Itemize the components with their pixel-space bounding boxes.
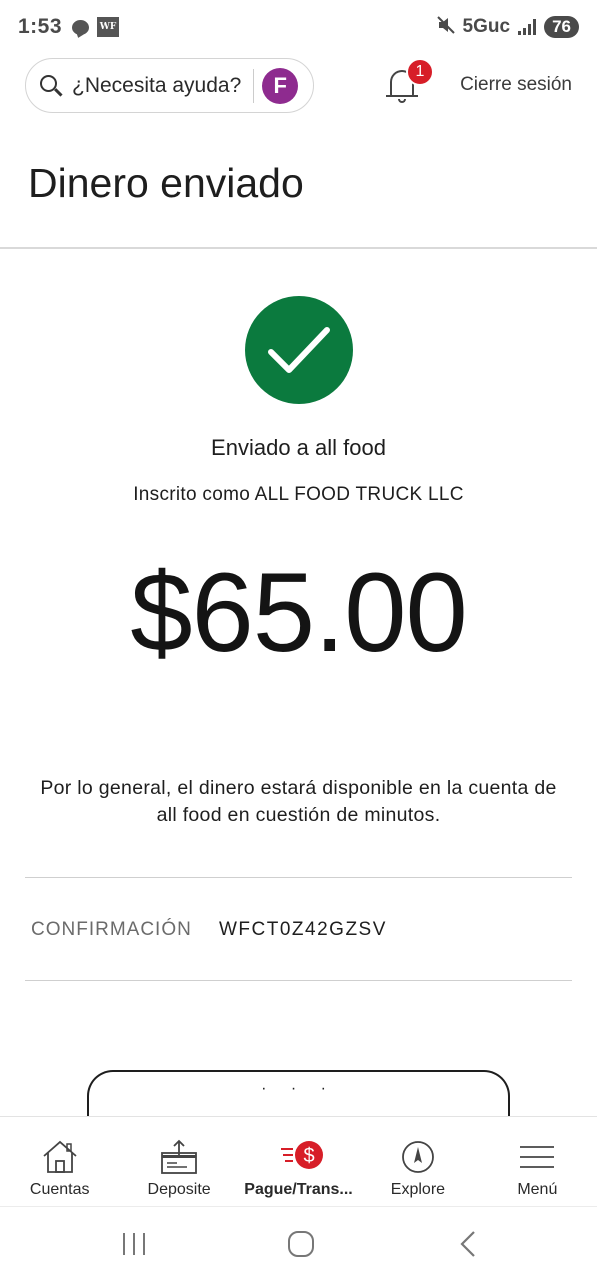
- search-icon: [38, 73, 64, 99]
- nav-item-explore[interactable]: Explore: [358, 1117, 477, 1206]
- mute-icon: [436, 15, 455, 39]
- nav-item-cuentas[interactable]: Cuentas: [0, 1117, 119, 1206]
- network-type: 5Guc: [462, 16, 511, 37]
- ellipsis-icon: · · ·: [261, 1080, 336, 1097]
- pay-transfer-icon: $: [279, 1139, 323, 1175]
- confirmation-number: WFCT0Z42GZSV: [219, 919, 387, 940]
- deposit-icon: [159, 1139, 199, 1175]
- help-search-bar[interactable]: ¿Necesita ayuda? F: [25, 58, 314, 113]
- nav-item-deposite[interactable]: Deposite: [119, 1117, 238, 1206]
- hamburger-menu-icon: [517, 1139, 557, 1175]
- back-icon[interactable]: [448, 1229, 488, 1259]
- search-divider: [253, 68, 255, 103]
- nav-label: Pague/Trans...: [244, 1181, 353, 1198]
- sent-amount: $65.00: [130, 550, 468, 675]
- wf-app-icon: WF: [97, 17, 120, 37]
- system-navigation-bar: [0, 1206, 597, 1280]
- recent-apps-icon[interactable]: [114, 1229, 154, 1259]
- nav-label: Cuentas: [29, 1181, 90, 1198]
- status-system-icons: 5Guc 76: [436, 0, 579, 54]
- confirmation-label: CONFIRMACIÓN: [31, 919, 192, 940]
- signal-icon: [518, 19, 537, 35]
- nav-label: Deposite: [147, 1181, 211, 1198]
- notifications-button[interactable]: 1: [384, 58, 434, 108]
- nav-item-menu[interactable]: Menú: [478, 1117, 597, 1206]
- nav-label: Menú: [517, 1181, 558, 1198]
- registered-name-line: Inscrito como ALL FOOD TRUCK LLC: [133, 484, 464, 505]
- success-check-icon: [245, 296, 353, 404]
- divider: [25, 980, 572, 981]
- nav-label: Explore: [390, 1181, 446, 1198]
- svg-text:$: $: [303, 1145, 314, 1167]
- title-divider: [0, 247, 597, 249]
- notification-badge: 1: [406, 58, 434, 86]
- bottom-nav: Cuentas Deposite $ Pague/Trans... Explor…: [0, 1116, 597, 1206]
- home-button-icon[interactable]: [281, 1229, 321, 1259]
- home-icon: [40, 1139, 80, 1175]
- search-placeholder: ¿Necesita ayuda?: [72, 73, 242, 97]
- status-bar: 1:53 WF 5Guc 76: [0, 0, 597, 54]
- availability-note: Por lo general, el dinero estará disponi…: [40, 777, 557, 826]
- divider: [25, 877, 572, 878]
- chat-notification-icon: [72, 19, 90, 35]
- recipient-line: Enviado a all food: [211, 435, 386, 460]
- page-title: Dinero enviado: [28, 160, 304, 206]
- fargo-assistant-icon[interactable]: F: [262, 67, 299, 104]
- nav-item-pague-trans[interactable]: $ Pague/Trans...: [239, 1117, 358, 1206]
- status-notification-icons: WF: [72, 17, 120, 37]
- logout-link[interactable]: Cierre sesión: [460, 74, 572, 96]
- battery-level: 76: [544, 16, 579, 38]
- status-time: 1:53: [18, 15, 63, 38]
- more-options-button[interactable]: · · ·: [87, 1070, 510, 1120]
- compass-icon: [398, 1139, 438, 1175]
